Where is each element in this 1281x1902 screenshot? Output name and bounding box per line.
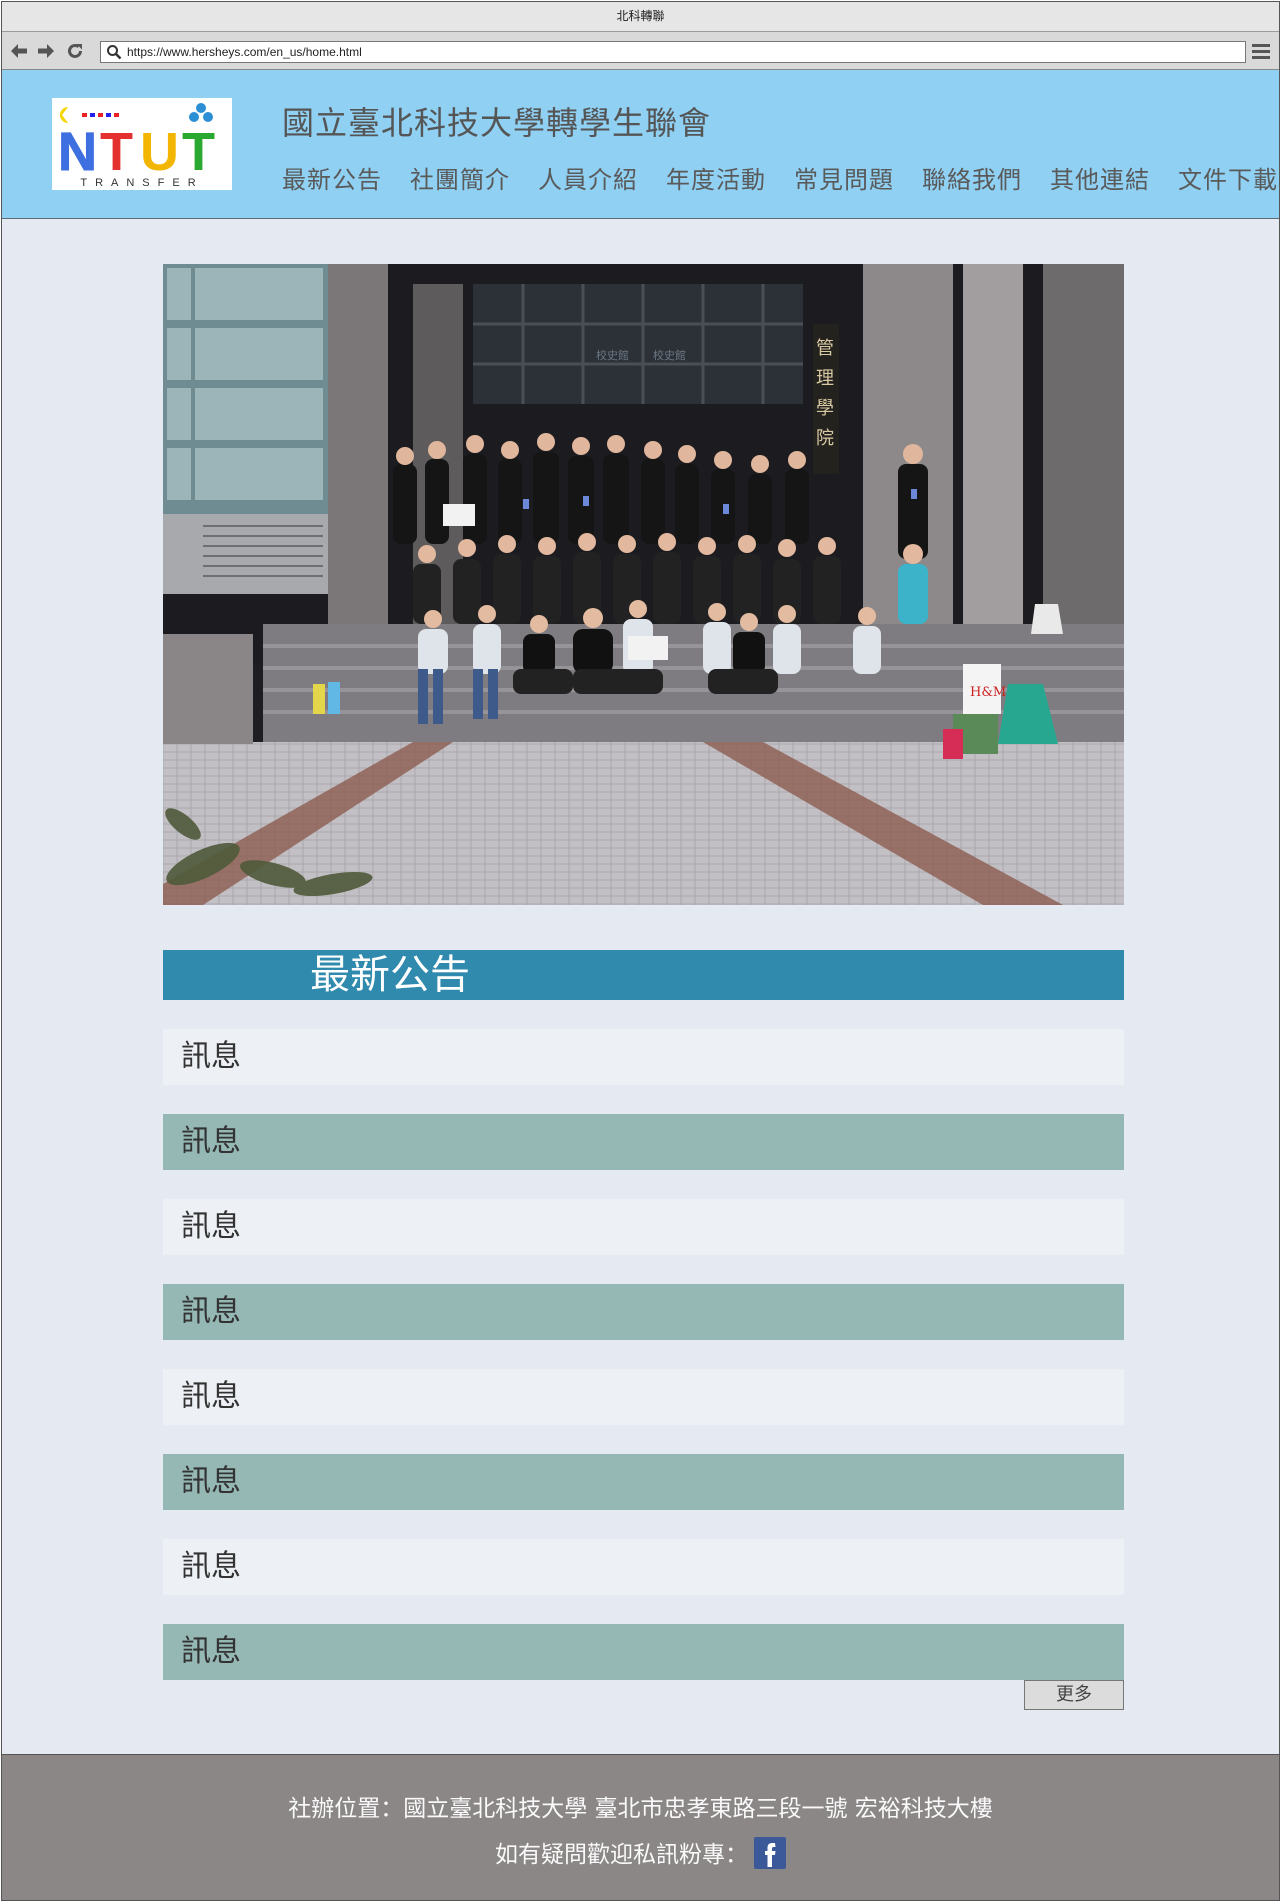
logo-letter-u: U — [140, 122, 179, 182]
hero-sign-2: 校史館 — [653, 348, 686, 362]
office-address: 社辦位置：國立臺北科技大學 臺北市忠孝東路三段一號 宏裕科技大樓 — [288, 1796, 993, 1822]
news-item-text: 訊息 — [181, 1039, 241, 1074]
nav-item-downloads: 文件下載 — [1178, 166, 1278, 194]
logo-letter-n: N — [58, 122, 97, 182]
nav-item-contact[interactable]: 聯絡我們 — [922, 160, 1022, 195]
news-item-text: 訊息 — [181, 1294, 241, 1329]
news-item-text: 訊息 — [181, 1209, 241, 1244]
news-item-text: 訊息 — [181, 1549, 241, 1584]
news-item[interactable]: 訊息 — [163, 1454, 1124, 1510]
site-title: 國立臺北科技大學轉學生聯會 — [282, 104, 712, 142]
contact-line: 如有疑問歡迎私訊粉專： — [2, 1835, 1279, 1872]
window-title: 北科轉聯 — [2, 2, 1279, 32]
url-text: https://www.hersheys.com/en_us/home.html — [127, 45, 362, 59]
svg-text:學: 學 — [816, 398, 834, 419]
ntut-transfer-logo[interactable]: N T U T TRANSFER — [52, 98, 232, 190]
news-item[interactable]: 訊息 — [163, 1029, 1124, 1085]
address-bar[interactable]: https://www.hersheys.com/en_us/home.html — [100, 41, 1246, 63]
reload-icon[interactable] — [64, 41, 86, 61]
site-header: N T U T TRANSFER 國立臺北科技大學轉學生聯會 最新公告 社團簡介… — [2, 70, 1279, 219]
main-nav: 最新公告 社團簡介 人員介紹 年度活動 常見問題 聯絡我們 其他連結 文件下載 — [282, 160, 1278, 195]
news-item[interactable]: 訊息 — [163, 1539, 1124, 1595]
news-item-text: 訊息 — [181, 1124, 241, 1159]
news-item-text: 訊息 — [181, 1379, 241, 1414]
news-item-text: 訊息 — [181, 1634, 241, 1669]
news-item[interactable]: 訊息 — [163, 1114, 1124, 1170]
nav-item-about[interactable]: 社團簡介 — [410, 160, 510, 195]
group-photo-illustration: 校史館 校史館 管理 學院 H&M — [163, 264, 1124, 905]
logo-letter-t: T — [100, 122, 133, 182]
hero-bag-logo: H&M — [970, 685, 1006, 700]
svg-text:理: 理 — [816, 368, 834, 389]
search-icon — [106, 44, 122, 64]
hamburger-menu-icon[interactable] — [1251, 42, 1271, 64]
logo-subtext: TRANSFER — [80, 177, 203, 189]
news-item[interactable]: 訊息 — [163, 1369, 1124, 1425]
browser-toolbar: https://www.hersheys.com/en_us/home.html — [2, 32, 1279, 70]
contact-text: 如有疑問歡迎私訊粉專： — [495, 1842, 748, 1868]
nav-item-events[interactable]: 年度活動 — [666, 160, 766, 195]
browser-window: 北科轉聯 https://www.hersheys.com/en_us/home… — [1, 1, 1280, 1901]
nav-item-faq[interactable]: 常見問題 — [794, 160, 894, 195]
news-item[interactable]: 訊息 — [163, 1624, 1124, 1680]
more-button[interactable]: 更多 — [1024, 1680, 1124, 1710]
logo-letter-t2: T — [182, 122, 215, 182]
svg-text:管: 管 — [816, 338, 834, 359]
hero-sign-1: 校史館 — [596, 348, 629, 362]
news-item[interactable]: 訊息 — [163, 1199, 1124, 1255]
nav-item-news[interactable]: 最新公告 — [282, 160, 382, 195]
nav-item-links[interactable]: 其他連結 — [1050, 160, 1150, 195]
news-item-text: 訊息 — [181, 1464, 241, 1499]
news-heading-text: 最新公告 — [310, 952, 470, 998]
svg-text:院: 院 — [816, 428, 834, 449]
site-footer: 社辦位置：國立臺北科技大學 臺北市忠孝東路三段一號 宏裕科技大樓 如有疑問歡迎私… — [2, 1754, 1279, 1900]
facebook-icon[interactable] — [754, 1837, 786, 1869]
forward-arrow-icon[interactable] — [35, 41, 57, 61]
back-arrow-icon[interactable] — [8, 41, 30, 61]
nav-item-members[interactable]: 人員介紹 — [538, 160, 638, 195]
news-item[interactable]: 訊息 — [163, 1284, 1124, 1340]
hero-group-photo: 校史館 校史館 管理 學院 H&M — [163, 264, 1124, 905]
news-section-heading: 最新公告 — [163, 950, 1124, 1000]
